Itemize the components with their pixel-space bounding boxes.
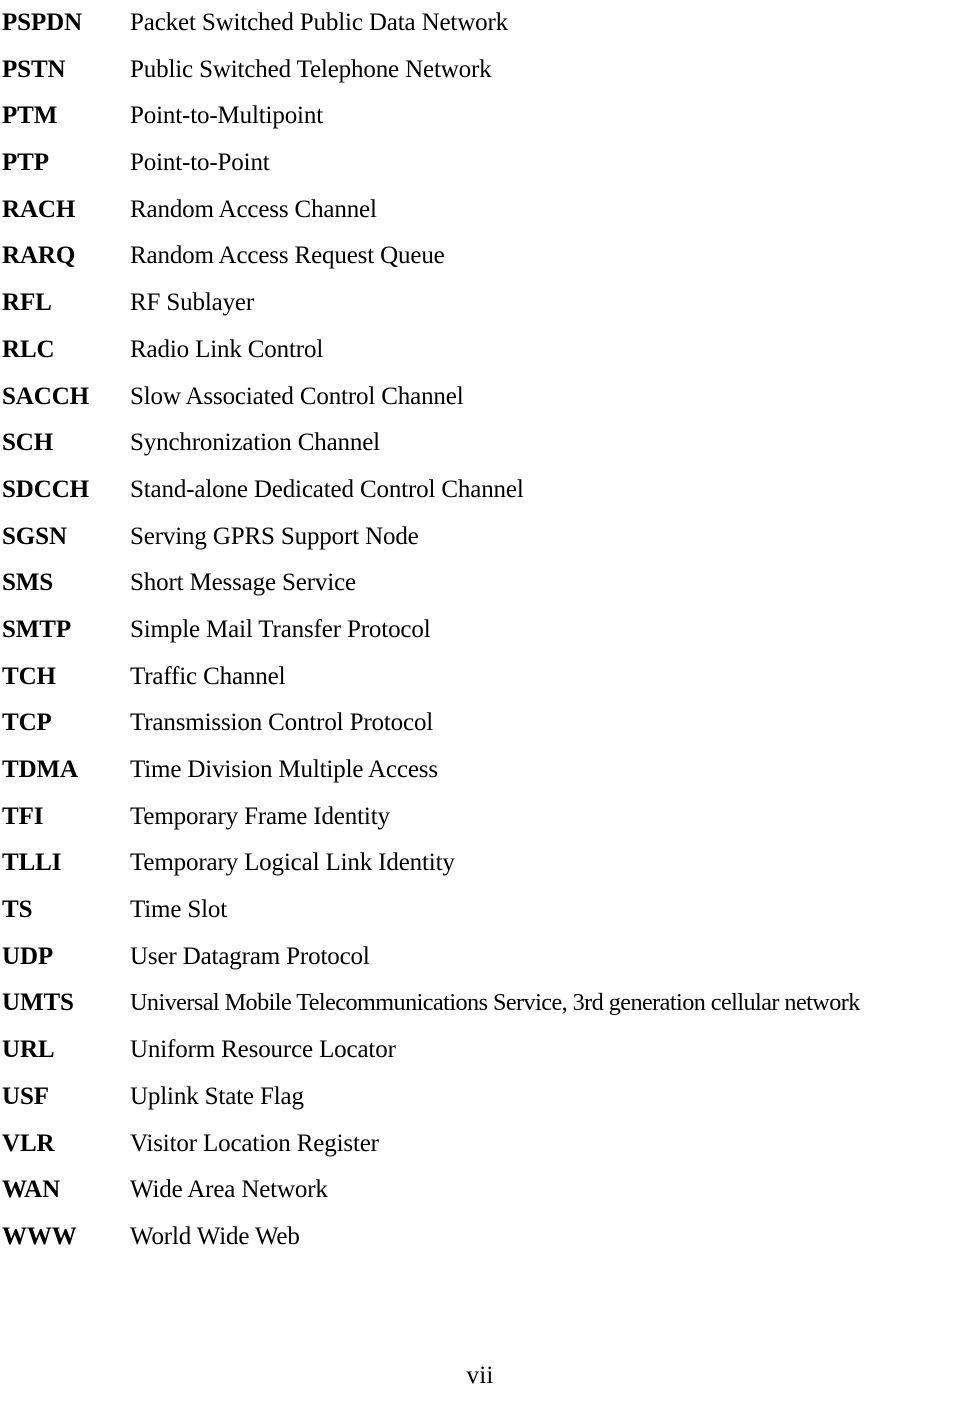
glossary-definition: Random Access Channel — [130, 195, 377, 223]
glossary-row: UDP User Datagram Protocol — [0, 934, 960, 981]
glossary-row: USF Uplink State Flag — [0, 1074, 960, 1121]
glossary-row: TCP Transmission Control Protocol — [0, 700, 960, 747]
glossary-row: TFI Temporary Frame Identity — [0, 794, 960, 841]
glossary-definition: RF Sublayer — [130, 289, 255, 317]
glossary-abbreviation: PTP — [2, 149, 49, 177]
glossary-abbreviation: SACCH — [2, 382, 90, 410]
glossary-row: PTM Point-to-Multipoint — [0, 93, 960, 140]
glossary-abbreviation: WAN — [2, 1176, 61, 1204]
glossary-row: TCH Traffic Channel — [0, 654, 960, 701]
glossary-abbreviation: UDP — [2, 942, 54, 970]
glossary-abbreviation: URL — [2, 1036, 55, 1064]
glossary-abbreviation: TCP — [2, 709, 52, 737]
glossary-abbreviation: USF — [2, 1082, 49, 1110]
glossary-definition: Time Division Multiple Access — [130, 756, 438, 783]
glossary-abbreviation: SCH — [2, 429, 54, 457]
glossary-definition: Short Message Service — [130, 569, 356, 597]
glossary-row: SMS Short Message Service — [0, 560, 960, 607]
glossary-abbreviation: SMTP — [2, 615, 72, 643]
glossary-abbreviation: RFL — [2, 289, 52, 317]
glossary-definition: World Wide Web — [130, 1222, 300, 1250]
glossary-abbreviation: RLC — [2, 335, 55, 363]
glossary-definition: Temporary Frame Identity — [130, 802, 390, 830]
glossary-row: TLLI Temporary Logical Link Identity — [0, 840, 960, 887]
page-footer: vii — [0, 1362, 960, 1390]
glossary-abbreviation: RACH — [2, 195, 76, 223]
glossary-row: VLR Visitor Location Register — [0, 1121, 960, 1168]
glossary-row: PTP Point-to-Point — [0, 140, 960, 187]
glossary-abbreviation: TS — [2, 896, 33, 924]
glossary-definition: Random Access Request Queue — [130, 242, 445, 270]
glossary-row: SACCH Slow Associated Control Channel — [0, 374, 960, 421]
glossary-abbreviation: PSTN — [2, 55, 66, 83]
glossary-abbreviation: WWW — [2, 1222, 77, 1250]
glossary-definition: Visitor Location Register — [130, 1129, 379, 1157]
glossary-definition: Traffic Channel — [130, 662, 286, 690]
glossary-row: RACH Random Access Channel — [0, 187, 960, 234]
glossary-abbreviation: PTM — [2, 102, 58, 130]
glossary-row: TS Time Slot — [0, 887, 960, 934]
glossary-definition: Public Switched Telephone Network — [130, 55, 492, 83]
glossary-row: SDCCH Stand-alone Dedicated Control Chann… — [0, 467, 960, 514]
glossary-definition: Time Slot — [130, 896, 228, 924]
glossary-definition: Uniform Resource Locator — [130, 1036, 396, 1064]
glossary-row: PSPDN Packet Switched Public Data Network — [0, 0, 960, 47]
glossary-row: SGSN Serving GPRS Support Node — [0, 514, 960, 561]
glossary-row: WWW World Wide Web — [0, 1214, 960, 1261]
glossary-row: TDMA Time Division Multiple Access — [0, 747, 960, 794]
glossary-abbreviation: TFI — [2, 802, 44, 830]
glossary-definition: Temporary Logical Link Identity — [130, 849, 455, 877]
glossary-definition: Simple Mail Transfer Protocol — [130, 615, 431, 643]
glossary-definition: Radio Link Control — [130, 335, 324, 363]
glossary-definition: User Datagram Protocol — [130, 942, 370, 970]
glossary-abbreviation: SDCCH — [2, 475, 90, 503]
glossary-definition: Serving GPRS Support Node — [130, 522, 419, 550]
glossary-abbreviation: PSPDN — [2, 9, 83, 36]
glossary-row: RLC Radio Link Control — [0, 327, 960, 374]
glossary-definition: Synchronization Channel — [130, 429, 380, 457]
glossary-abbreviation: VLR — [2, 1129, 55, 1157]
glossary-abbreviation: SMS — [2, 569, 54, 597]
glossary-definition: Stand-alone Dedicated Control Channel — [130, 475, 524, 503]
glossary-abbreviation: RARQ — [2, 242, 76, 270]
glossary-abbreviation: TCH — [2, 662, 56, 690]
page-number: vii — [466, 1362, 494, 1389]
glossary-definition: Packet Switched Public Data Network — [130, 9, 508, 36]
glossary-definition: Uplink State Flag — [130, 1082, 304, 1110]
glossary-definition: Point-to-Multipoint — [130, 102, 323, 130]
glossary-abbreviation: TDMA — [2, 756, 78, 783]
glossary-abbreviation: SGSN — [2, 522, 67, 550]
glossary-abbreviation: TLLI — [2, 849, 62, 877]
glossary-row: RARQ Random Access Request Queue — [0, 233, 960, 280]
glossary-definition: Slow Associated Control Channel — [130, 382, 464, 410]
glossary-definition: Transmission Control Protocol — [130, 709, 434, 737]
glossary-row: RFL RF Sublayer — [0, 280, 960, 327]
glossary-definition: Point-to-Point — [130, 149, 270, 177]
glossary-list: PSPDN Packet Switched Public Data Network… — [0, 0, 960, 1261]
glossary-row: SMTP Simple Mail Transfer Protocol — [0, 607, 960, 654]
glossary-row: WAN Wide Area Network — [0, 1167, 960, 1214]
glossary-row: SCH Synchronization Channel — [0, 420, 960, 467]
glossary-definition: Universal Mobile Telecommunications Serv… — [130, 989, 860, 1017]
abbreviations-page: PSPDN Packet Switched Public Data Network… — [0, 0, 960, 1401]
glossary-row: URL Uniform Resource Locator — [0, 1027, 960, 1074]
glossary-definition: Wide Area Network — [130, 1176, 328, 1204]
glossary-row: UMTS Universal Mobile Telecommunications … — [0, 980, 960, 1027]
glossary-row: PSTN Public Switched Telephone Network — [0, 47, 960, 94]
glossary-abbreviation: UMTS — [2, 989, 74, 1017]
